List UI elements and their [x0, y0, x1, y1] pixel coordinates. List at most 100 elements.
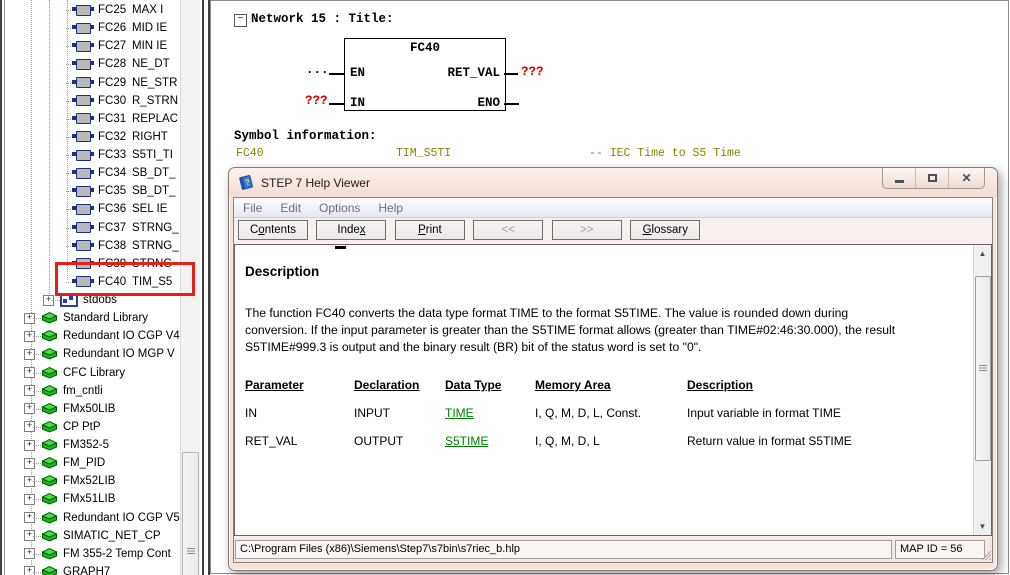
toolbar-button[interactable]: >>: [552, 220, 622, 240]
tree-row[interactable]: + FC30 R_STRN: [0, 92, 180, 110]
tree-row[interactable]: + FC38 STRNG_: [0, 237, 180, 255]
expand-plus-icon[interactable]: +: [24, 385, 35, 396]
window-buttons: ✕: [882, 168, 985, 189]
expand-plus-icon[interactable]: +: [24, 476, 35, 487]
block-title: FC40: [345, 41, 505, 55]
tree-row[interactable]: + FMx52LIB: [0, 472, 180, 490]
tree-row[interactable]: + FMx51LIB: [0, 490, 180, 508]
tree-row[interactable]: + FC25 MAX I: [0, 1, 180, 19]
tree-row[interactable]: + FC31 REPLAC: [0, 110, 180, 128]
tree-row[interactable]: + FC34 SB_DT_: [0, 164, 180, 182]
menu-item[interactable]: Edit: [271, 201, 310, 215]
in-operand-placeholder[interactable]: ???: [305, 94, 328, 108]
toolbar-button[interactable]: Contents: [238, 220, 308, 240]
tree-item-symbol: SB_DT_: [132, 185, 175, 197]
expand-plus-icon[interactable]: +: [24, 494, 35, 505]
toolbar-button[interactable]: Glossary: [630, 220, 700, 240]
minimize-button[interactable]: [883, 168, 916, 188]
tree-item-name: FMx52LIB: [63, 475, 115, 487]
tree-row[interactable]: + Redundant IO CGP V4: [0, 327, 180, 345]
library-book-icon: [41, 547, 58, 561]
tree-item-symbol: NE_STR: [132, 77, 177, 89]
tree-scrollbar-thumb[interactable]: [182, 452, 199, 575]
network-collapse-icon[interactable]: −: [234, 14, 247, 27]
expand-plus-icon[interactable]: +: [24, 566, 35, 575]
expand-plus-icon[interactable]: +: [24, 349, 35, 360]
tree-row[interactable]: + FMx50LIB: [0, 400, 180, 418]
fc40-block[interactable]: FC40 EN IN RET_VAL ENO: [344, 38, 506, 111]
tree-row[interactable]: + FC37 STRNG_: [0, 219, 180, 237]
library-book-icon: [41, 402, 58, 416]
fc-block-icon: [76, 77, 91, 88]
in-wire: [329, 103, 344, 105]
fc-block-icon: [76, 222, 91, 233]
tree-row[interactable]: + GRAPH7: [0, 563, 180, 575]
tree-row[interactable]: + Standard Library: [0, 309, 180, 327]
scroll-down-button[interactable]: ▼: [974, 518, 991, 535]
tree-item-symbol: RIGHT: [132, 131, 168, 143]
menu-item[interactable]: Options: [310, 201, 369, 215]
tree-row[interactable]: + FC28 NE_DT: [0, 55, 180, 73]
close-button[interactable]: ✕: [949, 168, 984, 188]
toolbar-button[interactable]: Index: [316, 220, 386, 240]
expand-plus-icon[interactable]: +: [24, 512, 35, 523]
expand-plus-icon[interactable]: +: [24, 458, 35, 469]
menu-item[interactable]: File: [234, 201, 271, 215]
description-line: conversion. If the input parameter is gr…: [245, 322, 975, 339]
en-operand[interactable]: ...: [306, 63, 329, 77]
tree-item-symbol: STRNG_: [132, 240, 179, 252]
fc40-highlight-box: [55, 262, 195, 296]
expand-plus-icon[interactable]: +: [24, 548, 35, 559]
tree-row[interactable]: + fm_cntli: [0, 382, 180, 400]
expand-plus-icon[interactable]: +: [43, 295, 54, 306]
scroll-up-button[interactable]: ▲: [974, 245, 991, 262]
tree-row[interactable]: + CFC Library: [0, 364, 180, 382]
resize-grip[interactable]: [980, 549, 991, 560]
expand-plus-icon[interactable]: +: [24, 421, 35, 432]
tree-item-symbol: NE_DT: [132, 58, 170, 70]
pane-splitter[interactable]: [202, 0, 210, 575]
tree-row[interactable]: + Redundant IO MGP V: [0, 345, 180, 363]
tree-row[interactable]: + FC36 SEL IE: [0, 200, 180, 218]
tree-row[interactable]: + CP PtP: [0, 418, 180, 436]
scrollbar-grip-icon: [187, 548, 195, 554]
tree-row[interactable]: + FC29 NE_STR: [0, 74, 180, 92]
col-header: Data Type: [445, 378, 535, 392]
tree-item-name: FC26: [98, 22, 131, 34]
tree-row[interactable]: + FC35 SB_DT_: [0, 182, 180, 200]
cell-memory-area: I, Q, M, D, L, Const.: [535, 406, 687, 420]
library-book-icon: [41, 492, 58, 506]
tree-row[interactable]: + FM352-5: [0, 436, 180, 454]
menu-item[interactable]: Help: [369, 201, 412, 215]
fc-block-icon: [76, 168, 91, 179]
tree-row[interactable]: + FC26 MID IE: [0, 19, 180, 37]
help-scrollbar[interactable]: ▲ ▼: [973, 245, 991, 535]
expand-plus-icon[interactable]: +: [24, 331, 35, 342]
expand-plus-icon[interactable]: +: [24, 530, 35, 541]
expand-plus-icon[interactable]: +: [24, 313, 35, 324]
tree-row[interactable]: + FC27 MIN IE: [0, 37, 180, 55]
tree-row[interactable]: + SIMATIC_NET_CP: [0, 527, 180, 545]
expand-plus-icon[interactable]: +: [24, 440, 35, 451]
library-book-icon: [41, 438, 58, 452]
expand-plus-icon[interactable]: +: [24, 367, 35, 378]
tree-row[interactable]: + FM 355-2 Temp Cont: [0, 545, 180, 563]
maximize-button[interactable]: [916, 168, 949, 188]
parameter-table: Parameter Declaration Data Type Memory A…: [245, 371, 852, 455]
toolbar-button[interactable]: Print: [395, 220, 465, 240]
fc-block-icon: [76, 5, 91, 16]
tree-row[interactable]: + FM_PID: [0, 454, 180, 472]
tree-item-name: FC25: [98, 4, 131, 16]
datatype-link[interactable]: S5TIME: [445, 434, 488, 448]
tree-row[interactable]: + FC33 S5TI_TI: [0, 146, 180, 164]
tree-row[interactable]: + FC32 RIGHT: [0, 128, 180, 146]
en-wire: [329, 73, 344, 75]
tree-row[interactable]: + Redundant IO CGP V5: [0, 509, 180, 527]
help-titlebar[interactable]: ? STEP 7 Help Viewer ✕: [229, 168, 997, 197]
expand-plus-icon[interactable]: +: [24, 403, 35, 414]
datatype-link[interactable]: TIME: [445, 406, 474, 420]
help-scrollbar-thumb[interactable]: [975, 276, 991, 461]
help-menubar: FileEditOptionsHelp: [234, 198, 992, 218]
retval-operand-placeholder[interactable]: ???: [521, 65, 544, 79]
toolbar-button[interactable]: <<: [473, 220, 543, 240]
